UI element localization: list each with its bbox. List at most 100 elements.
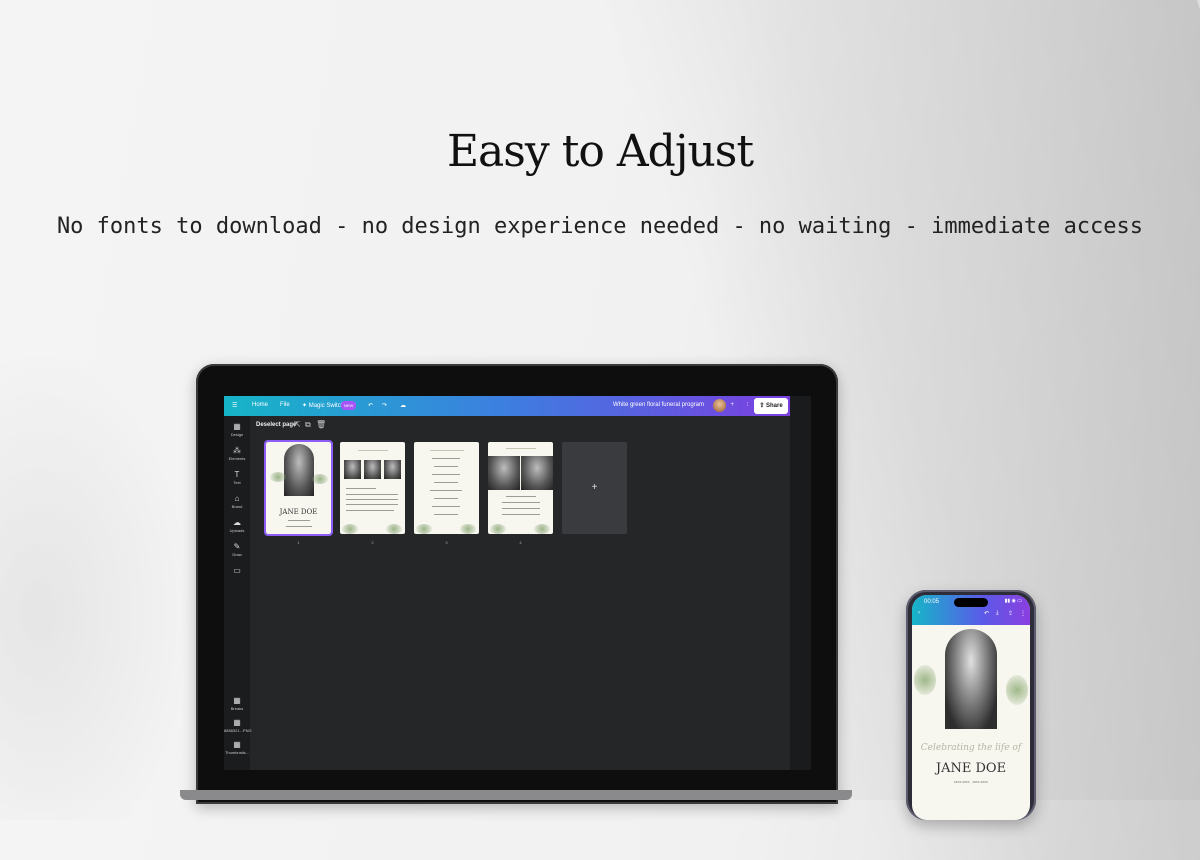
page-number: 1 — [297, 540, 300, 545]
editor-topbar: ☰ Home File ✦ Magic Switch NEW ↶ ↷ ☁ Whi… — [224, 396, 790, 416]
new-badge: NEW — [341, 401, 357, 410]
add-page-button[interactable]: + — [562, 442, 627, 534]
brand-icon: ⌂ — [234, 494, 240, 503]
laptop: ☰ Home File ✦ Magic Switch NEW ↶ ↷ ☁ Whi… — [196, 364, 838, 804]
floral-decoration — [270, 472, 286, 482]
sidebar-item-elements[interactable]: ⁂ Elements — [224, 446, 250, 461]
floral-decoration — [1006, 675, 1028, 705]
text-line — [506, 496, 536, 497]
scroll-strip — [790, 396, 811, 770]
floral-decoration — [490, 524, 506, 534]
text-line — [434, 498, 458, 499]
editor-sidebar: ▦ Design ⁂ Elements T Text ⌂ Brand ☁ Upl… — [224, 416, 252, 770]
photo — [521, 456, 553, 490]
dynamic-island — [954, 598, 988, 607]
text-line — [434, 514, 458, 515]
menu-icon[interactable]: ☰ — [232, 402, 237, 409]
undo-icon[interactable]: ↶ — [368, 402, 373, 409]
sidebar-item-breaks[interactable]: ▦ Breaks — [224, 696, 250, 711]
status-icons: ▮▮ ◉ ▭ — [1004, 598, 1022, 604]
trash-icon[interactable]: 🗑 — [316, 420, 326, 429]
back-icon[interactable]: ‹ — [918, 610, 920, 616]
text-line — [432, 506, 460, 507]
duplicate-icon[interactable]: ⧉ — [305, 420, 311, 430]
portrait-photo — [945, 629, 997, 729]
sidebar-item-uploads[interactable]: ☁ Uploads — [224, 518, 250, 533]
phone: 00:05 ▮▮ ◉ ▭ ‹ ↶ ⤓ ⇪ ⋮ Celebrating the l… — [906, 590, 1036, 820]
elements-icon: ⁂ — [233, 446, 241, 455]
dates: 19XX-20XX · 19XX-20XX — [953, 780, 989, 784]
share-page-icon[interactable]: ⇱ — [294, 420, 301, 429]
phone-topbar: 00:05 ▮▮ ◉ ▭ ‹ ↶ ⤓ ⇪ ⋮ — [912, 595, 1030, 625]
sidebar-item-folder[interactable]: ▭ — [224, 566, 250, 576]
photo — [384, 460, 401, 479]
floral-decoration — [914, 665, 936, 695]
page-thumbnail-4[interactable] — [488, 442, 553, 534]
document-title[interactable]: White green floral funeral program — [613, 402, 704, 408]
file-menu[interactable]: File — [280, 402, 290, 408]
text-line — [346, 494, 398, 495]
subline: No fonts to download - no design experie… — [56, 214, 1144, 239]
undo-icon[interactable]: ↶ — [984, 610, 989, 617]
draw-icon: ✎ — [233, 542, 241, 551]
sidebar-item-design[interactable]: ▦ Design — [224, 422, 250, 437]
text-line — [430, 450, 464, 451]
laptop-base — [180, 790, 852, 800]
home-button[interactable]: Home — [252, 402, 268, 408]
uploads-icon: ☁ — [233, 518, 241, 527]
floral-decoration — [416, 524, 432, 534]
design-icon: ▦ — [233, 422, 241, 431]
redo-icon[interactable]: ↷ — [382, 402, 387, 409]
page-thumbnail-2[interactable] — [340, 442, 405, 534]
text-line — [506, 448, 536, 449]
photo — [344, 460, 361, 479]
floral-decoration — [342, 524, 358, 534]
file-icon: ▦ — [233, 740, 241, 749]
floral-decoration — [534, 524, 550, 534]
sidebar-item-thumbnails[interactable]: ▦ Thumbnails... — [224, 740, 250, 755]
sidebar-item-brand[interactable]: ⌂ Brand — [224, 494, 250, 509]
page-number: 3 — [445, 540, 448, 545]
deselect-page-button[interactable]: Deselect page — [256, 422, 296, 428]
text-line — [434, 482, 458, 483]
more-icon[interactable]: ⋮ — [1020, 610, 1026, 617]
text-line — [288, 520, 310, 521]
share-button[interactable]: ⇪ Share — [754, 398, 788, 414]
sidebar-item-draw[interactable]: ✎ Draw — [224, 542, 250, 557]
avatar[interactable] — [713, 399, 726, 412]
cloud-icon[interactable]: ☁ — [400, 402, 406, 409]
name-heading: JANE DOE — [935, 761, 1007, 776]
page-thumbnail-1[interactable]: JANE DOE — [264, 440, 333, 536]
editor-screen: ☰ Home File ✦ Magic Switch NEW ↶ ↷ ☁ Whi… — [224, 396, 811, 770]
portrait-photo — [284, 444, 314, 496]
folder-icon: ▭ — [233, 566, 241, 575]
file-icon: ▦ — [233, 718, 241, 727]
text-line — [430, 490, 462, 491]
text-line — [502, 502, 540, 503]
page-number: 2 — [371, 540, 374, 545]
share-icon[interactable]: ⇪ — [1008, 610, 1013, 617]
magic-switch-button[interactable]: ✦ Magic Switch — [302, 402, 344, 409]
script-heading: Celebrating the life of — [920, 743, 1022, 753]
headline: Easy to Adjust — [446, 126, 754, 177]
download-icon[interactable]: ⤓ — [996, 610, 999, 617]
photo — [364, 460, 381, 479]
stats-icon[interactable]: ⫶ — [746, 402, 748, 409]
file-icon: ▦ — [233, 696, 241, 705]
text-line — [358, 450, 388, 451]
text-line — [346, 504, 398, 505]
text-line — [502, 514, 540, 515]
page-thumbnail-3[interactable] — [414, 442, 479, 534]
text-line — [286, 526, 312, 527]
phone-time: 00:05 — [924, 599, 940, 605]
sidebar-item-text[interactable]: T Text — [224, 470, 250, 485]
floral-decoration — [312, 474, 328, 484]
text-line — [346, 488, 376, 489]
thumb-name: JANE DOE — [279, 508, 318, 516]
page-number: 4 — [519, 540, 522, 545]
phone-screen: 00:05 ▮▮ ◉ ▭ ‹ ↶ ⤓ ⇪ ⋮ Celebrating the l… — [912, 595, 1030, 820]
plus-icon[interactable]: + — [730, 402, 734, 408]
floral-decoration — [460, 524, 476, 534]
text-icon: T — [234, 470, 240, 479]
sidebar-item-png[interactable]: ▦ 8858321...PNG — [224, 718, 252, 733]
